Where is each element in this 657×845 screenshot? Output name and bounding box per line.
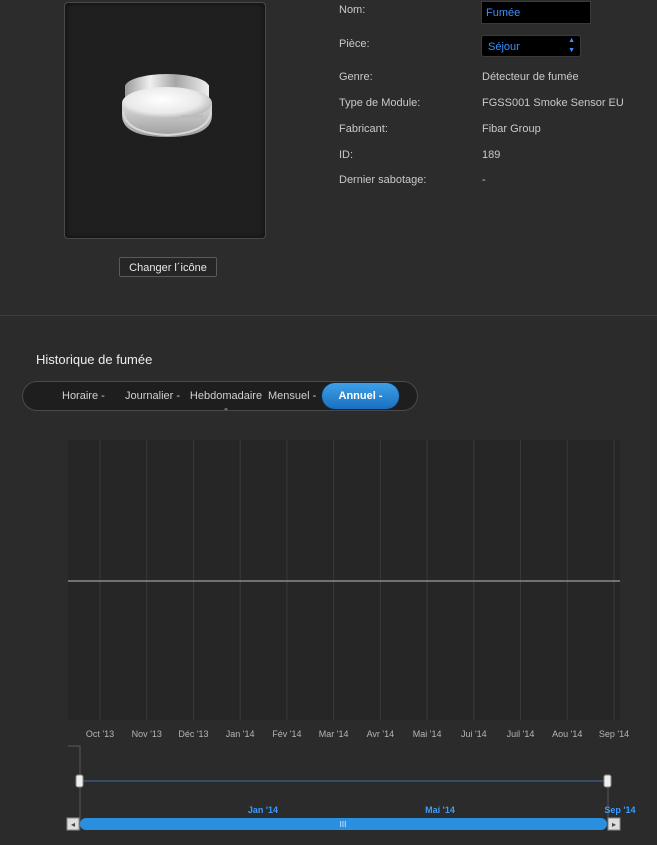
x-tick-label: Mai '14 — [413, 729, 442, 739]
navigator-label: Mai '14 — [425, 805, 455, 815]
type-value: Détecteur de fumée — [482, 71, 579, 83]
range-handle-left[interactable] — [75, 774, 84, 788]
device-info-panel: Changer l´icône Nom: Fumée Pièce: Séjour… — [0, 0, 657, 316]
manufacturer-value: Fibar Group — [482, 123, 541, 135]
id-label: ID: — [339, 149, 354, 161]
type-label: Genre: — [339, 71, 373, 83]
plot-area — [68, 440, 620, 720]
scroll-right-arrow-icon: ▸ — [612, 820, 616, 829]
tab-annuel[interactable]: Annuel - — [322, 383, 399, 409]
last-tamper-label: Dernier sabotage: — [339, 174, 427, 186]
range-handle-right[interactable] — [603, 774, 612, 788]
room-select-value: Séjour — [488, 41, 520, 53]
smoke-detector-image — [122, 74, 212, 137]
module-type-value: FGSS001 Smoke Sensor EU — [482, 97, 624, 109]
module-type-label: Type de Module: — [339, 97, 421, 109]
id-value: 189 — [482, 149, 501, 161]
x-tick-label: Nov '13 — [132, 729, 162, 739]
history-chart: Oct '13 Nov '13 Déc '13 Jan '14 Fév '14 Mar '… — [68, 440, 629, 739]
x-tick-label: Avr '14 — [367, 729, 395, 739]
manufacturer-label: Fabricant: — [339, 123, 388, 135]
change-icon-button[interactable]: Changer l´icône — [119, 257, 217, 277]
scroll-left-arrow-icon: ◂ — [71, 820, 75, 829]
name-input[interactable]: Fumée — [481, 1, 591, 24]
tab-journalier[interactable]: Journalier - — [125, 390, 180, 402]
tab-hebdomadaire[interactable]: Hebdomadaire - — [189, 390, 263, 416]
x-tick-label: Mar '14 — [319, 729, 349, 739]
last-tamper-value: - — [482, 174, 486, 186]
x-tick-label: Oct '13 — [86, 729, 114, 739]
period-tabs: Horaire - Journalier - Hebdomadaire - Me… — [22, 381, 418, 415]
navigator-label: Jan '14 — [248, 805, 278, 815]
name-input-value: Fumée — [486, 7, 521, 19]
time-navigator[interactable]: Jan '14 Mai '14 Sep '14 ◂ ▸ III — [0, 740, 657, 845]
x-tick-label: Déc '13 — [178, 729, 208, 739]
x-tick-label: Sep '14 — [599, 729, 629, 739]
navigator-bracket — [68, 745, 81, 830]
section-divider — [0, 315, 657, 316]
x-tick-label: Jan '14 — [226, 729, 255, 739]
scrollbar-grip-icon: III — [340, 820, 347, 829]
room-label: Pièce: — [339, 38, 370, 50]
room-select[interactable]: Séjour ▲ ▼ — [481, 35, 581, 57]
navigator-label: Sep '14 — [604, 805, 635, 815]
x-tick-label: Juil '14 — [507, 729, 535, 739]
name-label: Nom: — [339, 4, 366, 16]
select-arrows-icon: ▲ ▼ — [568, 37, 575, 54]
tab-horaire[interactable]: Horaire - — [62, 390, 105, 402]
tab-mensuel[interactable]: Mensuel - — [268, 390, 316, 402]
history-title: Historique de fumée — [36, 352, 153, 367]
device-image-frame — [64, 2, 266, 239]
x-tick-label: Jui '14 — [461, 729, 487, 739]
x-tick-label: Fév '14 — [272, 729, 301, 739]
x-tick-label: Aou '14 — [552, 729, 582, 739]
